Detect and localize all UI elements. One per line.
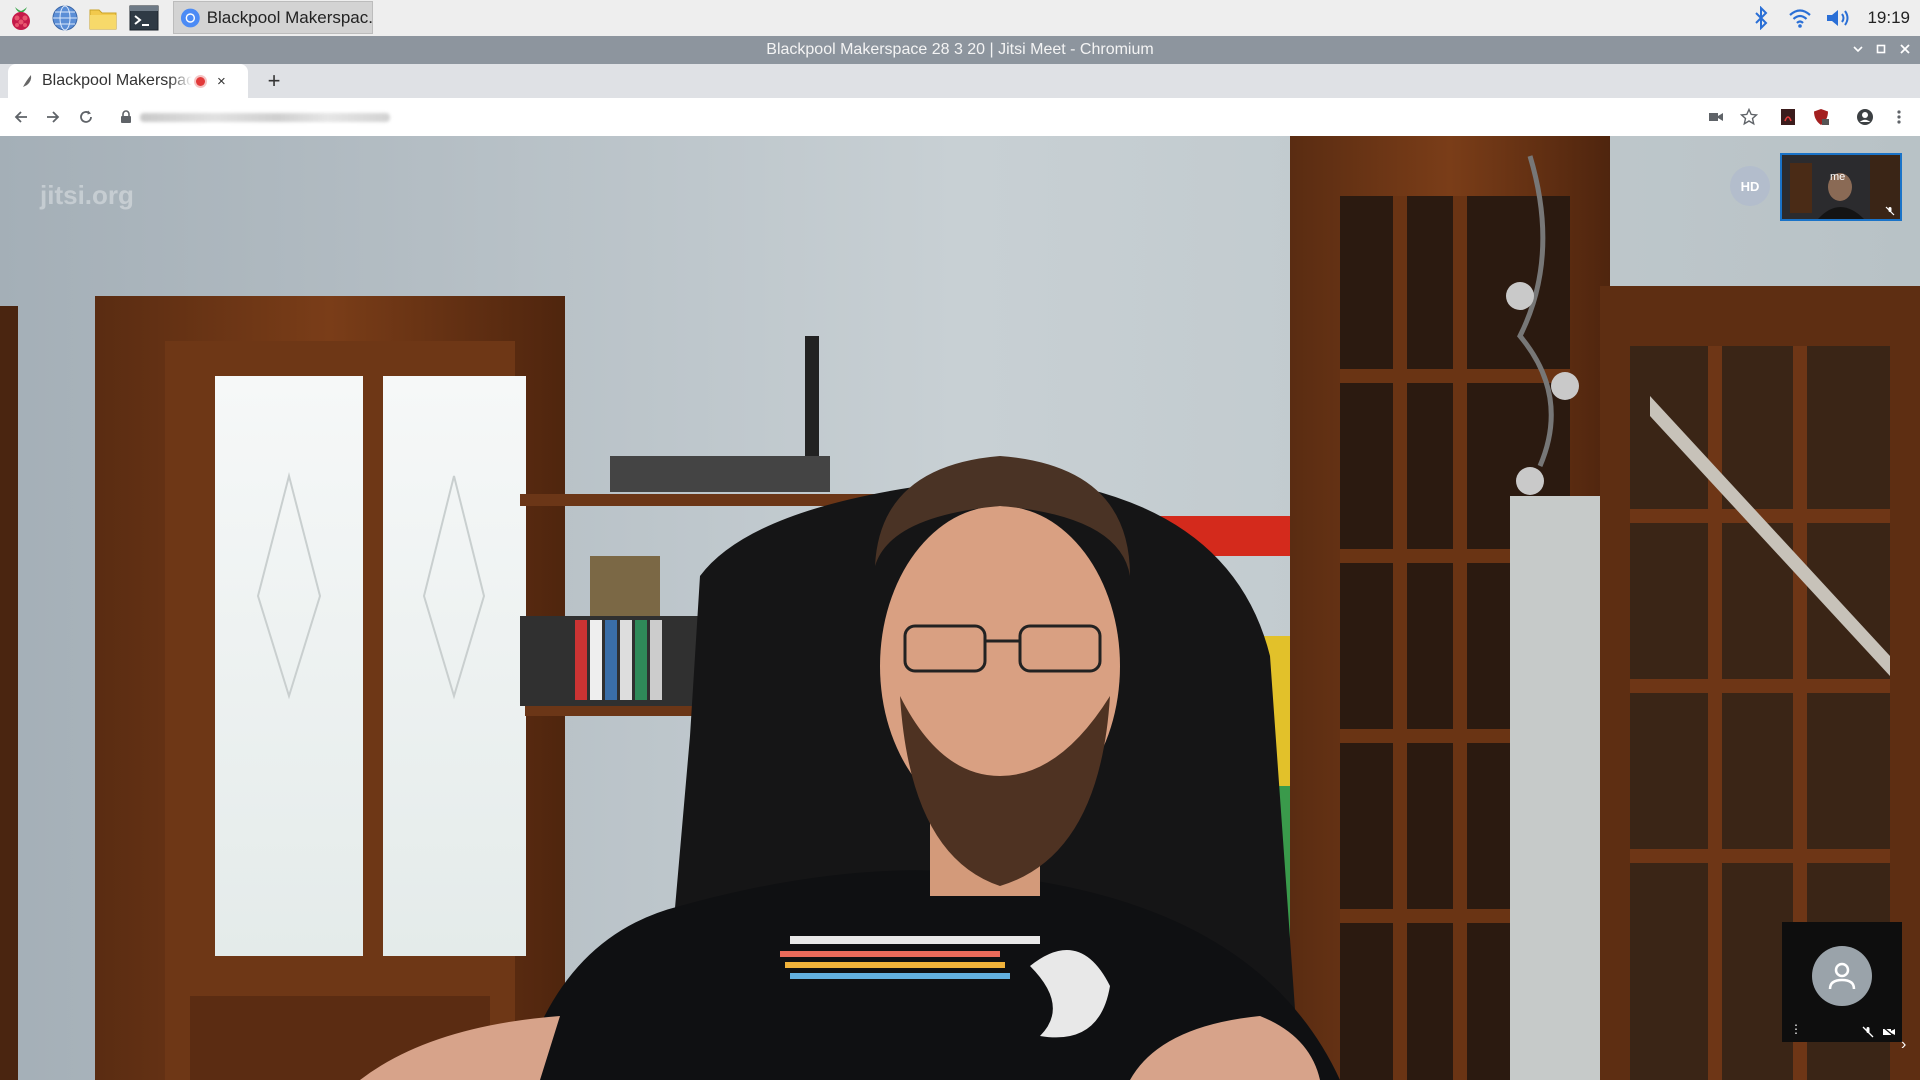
bluetooth-icon[interactable]	[1750, 4, 1772, 32]
window-title: Blackpool Makerspace 28 3 20 | Jitsi Mee…	[766, 41, 1154, 58]
remote-participant-menu-icon[interactable]: ⋮	[1790, 1022, 1802, 1036]
maximize-icon[interactable]	[1872, 40, 1890, 58]
browser-toolbar	[0, 98, 1920, 137]
minimize-icon[interactable]	[1849, 40, 1867, 58]
web-browser-icon[interactable]	[50, 3, 80, 33]
wifi-icon[interactable]	[1786, 4, 1814, 32]
clock[interactable]: 19:19	[1867, 8, 1910, 28]
tab-jitsi-meeting[interactable]: Blackpool Makerspace 28 3 20 | Jitsi Mee…	[8, 64, 248, 98]
jitsi-meeting-area[interactable]: jitsi.org HD me ⋮ ›	[0, 136, 1920, 1080]
video-off-icon	[1882, 1026, 1896, 1038]
lock-icon[interactable]	[120, 110, 132, 124]
raspberry-menu-icon[interactable]	[6, 3, 36, 33]
remote-participant-thumbnail[interactable]: ⋮	[1782, 922, 1902, 1042]
new-tab-button[interactable]: +	[260, 67, 288, 95]
participant-avatar	[1812, 946, 1872, 1006]
recording-indicator-icon	[196, 76, 205, 86]
ublock-extension-icon[interactable]	[1808, 104, 1834, 130]
pdf-extension-icon[interactable]	[1775, 104, 1801, 130]
video-quality-badge[interactable]: HD	[1730, 166, 1770, 206]
filmstrip-toggle-icon[interactable]: ›	[1901, 1036, 1915, 1056]
forward-button[interactable]	[40, 104, 66, 130]
camera-in-use-icon[interactable]	[1703, 104, 1729, 130]
tab-close-button[interactable]: ×	[217, 73, 226, 90]
taskbar-chromium-window[interactable]: Blackpool Makerspac...	[173, 1, 373, 34]
window-titlebar[interactable]: Blackpool Makerspace 28 3 20 | Jitsi Mee…	[0, 36, 1920, 64]
tab-title: Blackpool Makerspace 28 3 20 | Jitsi Mee…	[42, 72, 192, 89]
muted-mic-icon	[1862, 1026, 1874, 1038]
local-video-preview	[1782, 155, 1900, 219]
close-window-icon[interactable]	[1896, 40, 1914, 58]
browser-menu-icon[interactable]	[1886, 104, 1912, 130]
profile-account-icon[interactable]	[1852, 104, 1878, 130]
chromium-icon	[180, 8, 200, 27]
jitsi-watermark-logo[interactable]: jitsi.org	[40, 180, 134, 211]
remote-status-indicators	[1862, 1026, 1896, 1038]
terminal-icon[interactable]	[129, 3, 159, 33]
taskbar-window-label: Blackpool Makerspac...	[206, 7, 372, 27]
local-participant-label: me	[1830, 171, 1846, 183]
bookmark-star-icon[interactable]	[1736, 104, 1762, 130]
file-manager-icon[interactable]	[88, 3, 118, 33]
large-video-feed	[0, 136, 1920, 1080]
back-button[interactable]	[8, 104, 34, 130]
muted-mic-icon	[1885, 206, 1895, 216]
redacted-url	[140, 113, 390, 122]
user-avatar-icon	[1828, 962, 1856, 990]
address-bar[interactable]	[112, 102, 1692, 132]
os-taskbar: Blackpool Makerspac... 19:19	[0, 0, 1920, 37]
jitsi-favicon-icon	[23, 75, 32, 87]
volume-icon[interactable]	[1824, 4, 1854, 32]
reload-button[interactable]	[73, 104, 99, 130]
tab-strip: Blackpool Makerspace 28 3 20 | Jitsi Mee…	[0, 64, 1920, 98]
local-video-thumbnail[interactable]: me	[1780, 153, 1902, 221]
